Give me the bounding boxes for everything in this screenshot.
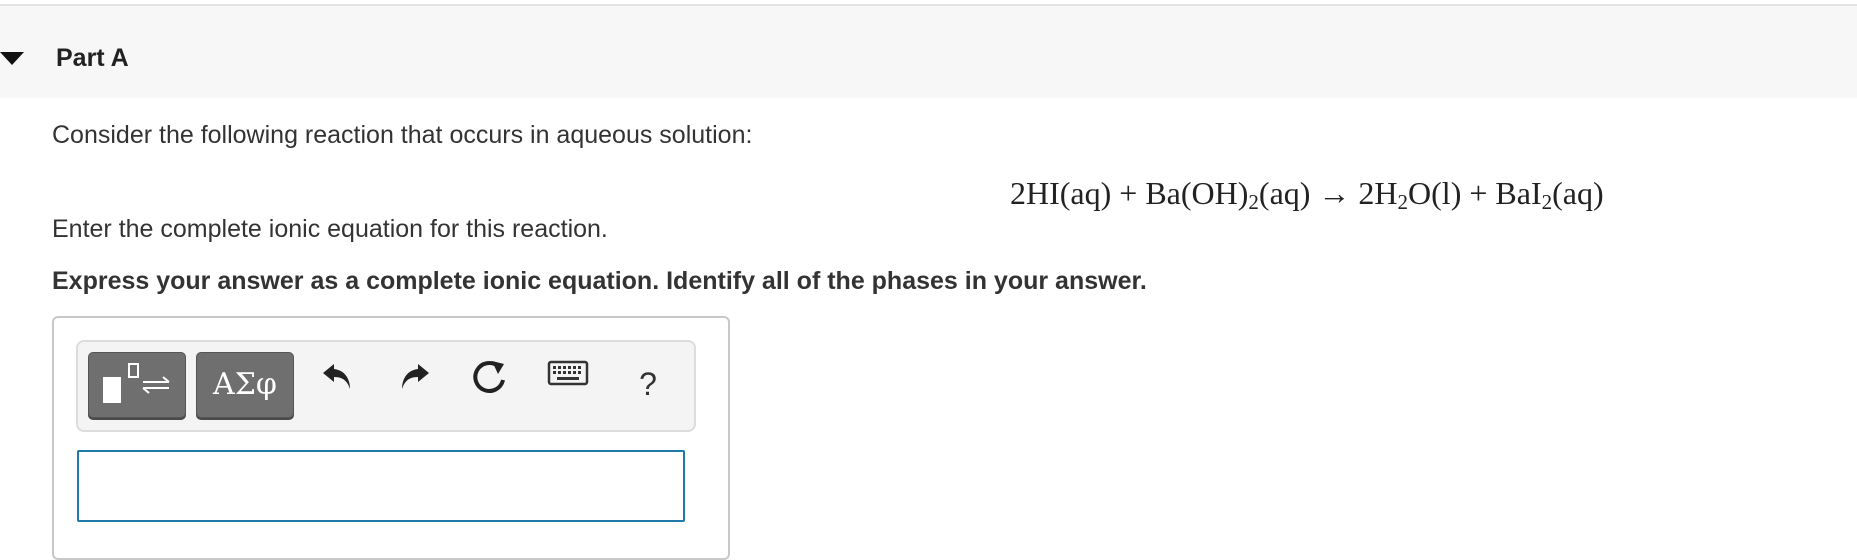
eq-reactant-hi: 2HI(aq) [1010,175,1112,211]
reset-button[interactable] [466,358,514,410]
question-intro: Consider the following reaction that occ… [52,121,753,149]
question-instruction: Enter the complete ionic equation for th… [52,215,608,243]
answer-format-instruction: Express your answer as a complete ionic … [52,267,1147,295]
eq-plus: + [1119,175,1138,211]
caret-down-icon[interactable] [0,52,24,66]
templates-icon [103,363,170,403]
answer-input[interactable] [77,450,685,522]
greek-symbols-button[interactable]: ΑΣφ [196,352,294,418]
part-header[interactable]: Part A [0,6,1857,98]
keyboard-icon [547,360,589,386]
part-title: Part A [56,44,129,72]
eq-product-bai2: BaI2(aq) [1495,175,1604,214]
eq-arrow: → [1318,175,1351,211]
redo-button[interactable] [390,358,438,410]
help-button[interactable]: ? [624,358,672,410]
templates-button[interactable] [88,352,186,418]
keyboard-button[interactable] [544,358,592,410]
reset-icon [473,361,505,393]
redo-icon [402,364,429,389]
eq-plus: + [1469,175,1488,211]
greek-symbols-label: ΑΣφ [213,367,277,402]
equation-toolbar: ΑΣφ ? [76,340,696,432]
undo-icon [323,364,350,389]
eq-reactant-baoh2: Ba(OH)2(aq) [1145,175,1311,214]
eq-product-h2o: 2H2O(l) [1358,175,1462,214]
undo-button[interactable] [314,358,362,410]
reaction-equation: 2HI(aq) + Ba(OH)2(aq) → 2H2O(l) + BaI2(a… [1010,173,1604,213]
answer-panel: ΑΣφ ? [52,316,730,560]
